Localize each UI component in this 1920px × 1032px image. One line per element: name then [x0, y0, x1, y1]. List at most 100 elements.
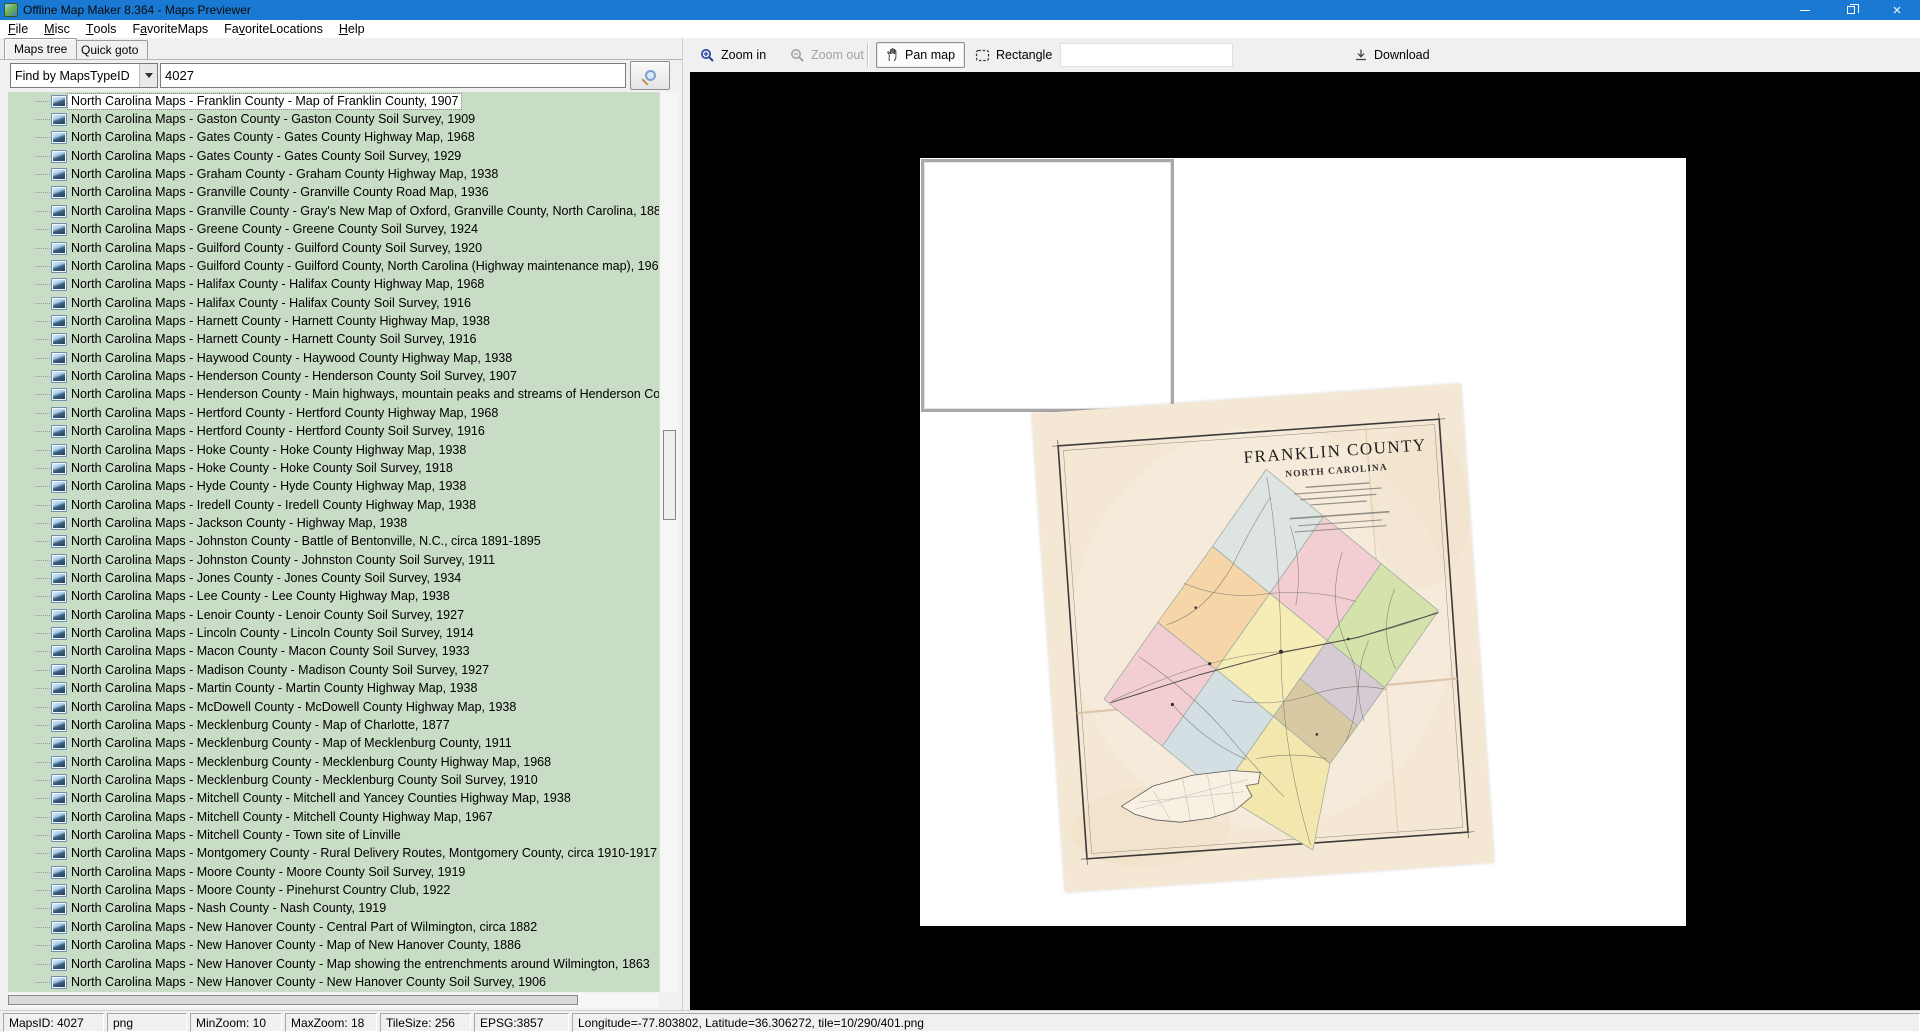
- zoom-out-button[interactable]: Zoom out: [790, 38, 864, 72]
- coordinate-box[interactable]: [1060, 43, 1233, 67]
- status-cell-0: MapsID: 4027: [3, 1013, 104, 1032]
- tree-item[interactable]: North Carolina Maps - Haywood County - H…: [8, 349, 659, 367]
- tree-item-label: North Carolina Maps - Iredell County - I…: [68, 498, 479, 513]
- tree-item[interactable]: North Carolina Maps - Graham County - Gr…: [8, 165, 659, 183]
- tree-item[interactable]: North Carolina Maps - New Hanover County…: [8, 973, 659, 991]
- tree-item[interactable]: North Carolina Maps - Halifax County - H…: [8, 276, 659, 294]
- tree-item-label: North Carolina Maps - Hyde County - Hyde…: [68, 479, 469, 494]
- search-input[interactable]: [160, 63, 626, 88]
- tree-vertical-scrollbar[interactable]: [659, 92, 679, 992]
- tree-item[interactable]: North Carolina Maps - Madison County - M…: [8, 661, 659, 679]
- tree-item[interactable]: North Carolina Maps - Macon County - Mac…: [8, 643, 659, 661]
- search-button[interactable]: [630, 61, 670, 90]
- tree-item[interactable]: North Carolina Maps - Montgomery County …: [8, 845, 659, 863]
- tree-item[interactable]: North Carolina Maps - Lee County - Lee C…: [8, 588, 659, 606]
- tree-item[interactable]: North Carolina Maps - Johnston County - …: [8, 533, 659, 551]
- tree-item[interactable]: North Carolina Maps - Halifax County - H…: [8, 294, 659, 312]
- tree-item[interactable]: North Carolina Maps - Harnett County - H…: [8, 331, 659, 349]
- tree-item[interactable]: North Carolina Maps - New Hanover County…: [8, 937, 659, 955]
- zoom-in-button[interactable]: Zoom in: [700, 38, 766, 72]
- tree-connector-stub: [35, 339, 50, 340]
- rectangle-button[interactable]: Rectangle: [975, 38, 1052, 72]
- menu-item-favoritemaps[interactable]: FavoriteMaps: [124, 20, 216, 38]
- map-page[interactable]: FRANKLIN COUNTY NORTH CAROLINA: [920, 158, 1686, 926]
- tree-item[interactable]: North Carolina Maps - Lincoln County - L…: [8, 624, 659, 642]
- tree-item[interactable]: North Carolina Maps - Hertford County - …: [8, 422, 659, 440]
- pan-map-button[interactable]: Pan map: [876, 42, 965, 68]
- download-button[interactable]: Download: [1354, 38, 1430, 72]
- map-thumbnail-icon: [51, 572, 67, 585]
- tree-item[interactable]: North Carolina Maps - Granville County -…: [8, 202, 659, 220]
- tree-item[interactable]: North Carolina Maps - Mecklenburg County…: [8, 716, 659, 734]
- tree-item[interactable]: North Carolina Maps - Moore County - Moo…: [8, 863, 659, 881]
- tree-item[interactable]: North Carolina Maps - New Hanover County…: [8, 955, 659, 973]
- tree-item[interactable]: North Carolina Maps - Henderson County -…: [8, 367, 659, 385]
- tree-item[interactable]: North Carolina Maps - Gates County - Gat…: [8, 147, 659, 165]
- tree-item[interactable]: North Carolina Maps - Franklin County - …: [8, 92, 659, 110]
- tree-item[interactable]: North Carolina Maps - Henderson County -…: [8, 386, 659, 404]
- menu-item-file[interactable]: File: [0, 20, 36, 38]
- restore-button[interactable]: [1828, 0, 1874, 20]
- tree-item[interactable]: North Carolina Maps - Nash County - Nash…: [8, 900, 659, 918]
- tree-connector-stub: [35, 615, 50, 616]
- tree-item[interactable]: North Carolina Maps - Jackson County - H…: [8, 514, 659, 532]
- tree-item[interactable]: North Carolina Maps - Hyde County - Hyde…: [8, 478, 659, 496]
- menu-item-help[interactable]: Help: [331, 20, 373, 38]
- tree-item[interactable]: North Carolina Maps - Mecklenburg County…: [8, 753, 659, 771]
- tree-item[interactable]: North Carolina Maps - Greene County - Gr…: [8, 221, 659, 239]
- vertical-scroll-thumb[interactable]: [663, 430, 676, 520]
- tree-item[interactable]: North Carolina Maps - Mitchell County - …: [8, 790, 659, 808]
- panel-splitter[interactable]: [682, 38, 690, 1010]
- tree-item[interactable]: North Carolina Maps - Mecklenburg County…: [8, 771, 659, 789]
- tree-item[interactable]: North Carolina Maps - Mitchell County - …: [8, 808, 659, 826]
- tree-horizontal-scrollbar[interactable]: [8, 993, 659, 1008]
- map-thumbnail-icon: [51, 499, 67, 512]
- tree-item-label: North Carolina Maps - Lenoir County - Le…: [68, 608, 467, 623]
- tree-item-label: North Carolina Maps - Jones County - Jon…: [68, 571, 464, 586]
- tree-connector-stub: [35, 376, 50, 377]
- tree-item[interactable]: North Carolina Maps - Gates County - Gat…: [8, 129, 659, 147]
- tab-quick-goto[interactable]: Quick goto: [71, 40, 148, 59]
- tree-item[interactable]: North Carolina Maps - Hoke County - Hoke…: [8, 459, 659, 477]
- map-thumbnail-icon: [51, 407, 67, 420]
- map-thumbnail-icon: [51, 150, 67, 163]
- tree-item[interactable]: North Carolina Maps - Gaston County - Ga…: [8, 110, 659, 128]
- map-thumbnail-icon: [51, 297, 67, 310]
- tree-connector-stub: [35, 321, 50, 322]
- tree-item[interactable]: North Carolina Maps - Iredell County - I…: [8, 496, 659, 514]
- tree-item[interactable]: North Carolina Maps - New Hanover County…: [8, 918, 659, 936]
- tree-item[interactable]: North Carolina Maps - Lenoir County - Le…: [8, 606, 659, 624]
- tree-connector-stub: [35, 523, 50, 524]
- tree-item[interactable]: North Carolina Maps - Mecklenburg County…: [8, 735, 659, 753]
- map-thumbnail-icon: [51, 627, 67, 640]
- tree-item[interactable]: North Carolina Maps - Martin County - Ma…: [8, 680, 659, 698]
- menu-item-misc[interactable]: Misc: [36, 20, 78, 38]
- minimize-button[interactable]: [1782, 0, 1828, 20]
- map-thumbnail-icon: [51, 609, 67, 622]
- map-canvas[interactable]: FRANKLIN COUNTY NORTH CAROLINA: [690, 72, 1920, 1010]
- tree-item[interactable]: North Carolina Maps - Moore County - Pin…: [8, 881, 659, 899]
- tab-maps-tree[interactable]: Maps tree: [4, 38, 77, 59]
- tree-item[interactable]: North Carolina Maps - Jones County - Jon…: [8, 569, 659, 587]
- tree-item[interactable]: North Carolina Maps - Granville County -…: [8, 184, 659, 202]
- tree-connector-stub: [35, 651, 50, 652]
- menu-item-favoritelocations[interactable]: FavoriteLocations: [216, 20, 331, 38]
- title-bar: Offline Map Maker 8.364 - Maps Previewer…: [0, 0, 1920, 20]
- menu-item-tools[interactable]: Tools: [78, 20, 125, 38]
- tree-item[interactable]: North Carolina Maps - Hertford County - …: [8, 404, 659, 422]
- tree-connector-stub: [35, 229, 50, 230]
- tree-item[interactable]: North Carolina Maps - McDowell County - …: [8, 698, 659, 716]
- tree-item-label: North Carolina Maps - Haywood County - H…: [68, 351, 515, 366]
- tree-connector-stub: [35, 358, 50, 359]
- tree-item-label: North Carolina Maps - Greene County - Gr…: [68, 222, 481, 237]
- tree-item[interactable]: North Carolina Maps - Hoke County - Hoke…: [8, 441, 659, 459]
- horizontal-scroll-thumb[interactable]: [8, 995, 578, 1005]
- find-by-dropdown[interactable]: Find by MapsTypeID: [10, 63, 158, 88]
- tree-item[interactable]: North Carolina Maps - Guilford County - …: [8, 239, 659, 257]
- tree-item[interactable]: North Carolina Maps - Guilford County - …: [8, 257, 659, 275]
- tree-item[interactable]: North Carolina Maps - Johnston County - …: [8, 551, 659, 569]
- close-button[interactable]: ×: [1874, 0, 1920, 20]
- tree-item[interactable]: North Carolina Maps - Harnett County - H…: [8, 312, 659, 330]
- dropdown-button[interactable]: [139, 64, 157, 87]
- tree-item[interactable]: North Carolina Maps - Mitchell County - …: [8, 826, 659, 844]
